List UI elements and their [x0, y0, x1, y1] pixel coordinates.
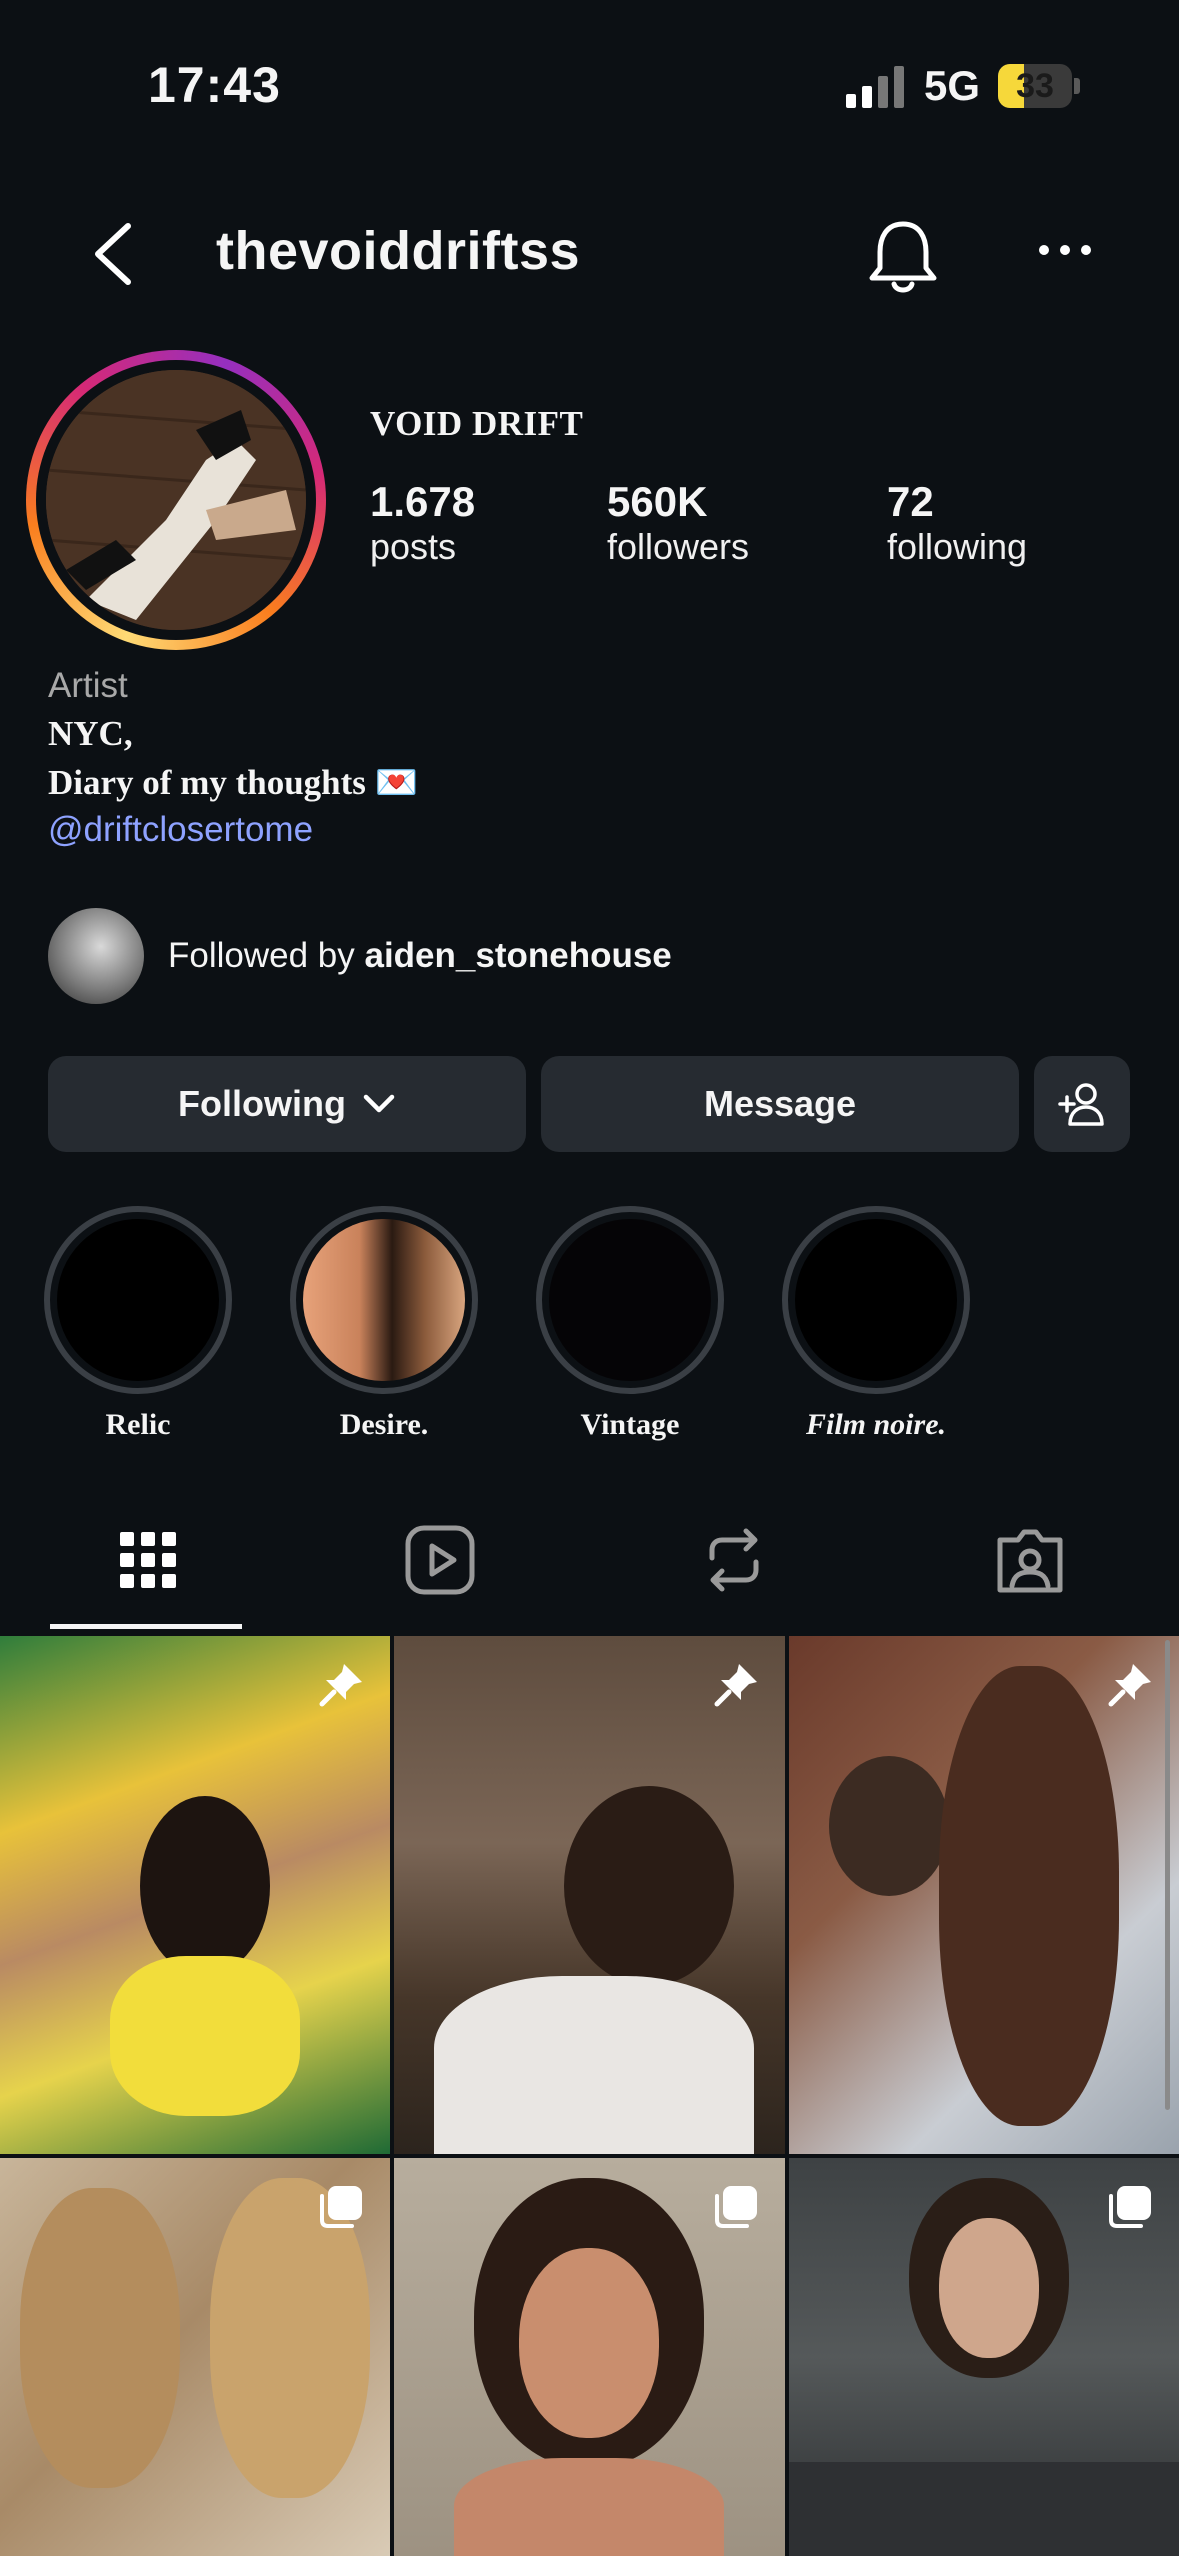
- highlight-label: Vintage: [580, 1408, 680, 1441]
- bio-line: NYC,: [48, 714, 133, 753]
- stat-posts-value: 1.678: [370, 478, 476, 525]
- stat-followers-label: followers: [607, 526, 750, 567]
- post-thumbnail[interactable]: [0, 2158, 390, 2556]
- stat-following-label: following: [887, 526, 1028, 567]
- highlight-item[interactable]: Film noire.: [756, 1206, 996, 1442]
- carousel-icon: [715, 2186, 757, 2228]
- following-button[interactable]: Following: [48, 1056, 526, 1152]
- reels-icon[interactable]: [400, 1520, 480, 1600]
- following-button-label: Following: [178, 1083, 346, 1124]
- followed-by-text[interactable]: Followed by aiden_stonehouse: [168, 936, 672, 976]
- stat-posts[interactable]: 1.678 posts: [370, 478, 475, 568]
- highlight-label: Desire.: [339, 1408, 429, 1441]
- tagged-icon[interactable]: [990, 1520, 1070, 1600]
- highlight-ring: [290, 1206, 478, 1394]
- post-thumbnail[interactable]: [789, 2158, 1179, 2556]
- stat-following[interactable]: 72 following: [887, 478, 1027, 568]
- pinned-icon: [1108, 1664, 1151, 1707]
- stat-posts-label: posts: [370, 526, 457, 567]
- scrollbar[interactable]: [1165, 1640, 1170, 2110]
- battery-icon: 33: [998, 64, 1080, 108]
- pinned-icon: [714, 1664, 757, 1707]
- message-button[interactable]: Message: [541, 1056, 1019, 1152]
- reposts-icon[interactable]: [694, 1520, 774, 1600]
- display-name: VOID DRIFT: [370, 404, 584, 443]
- cellular-signal-icon: [846, 66, 904, 108]
- active-tab-indicator: [50, 1624, 242, 1629]
- highlight-item[interactable]: Desire.: [264, 1206, 504, 1442]
- highlight-ring: [782, 1206, 970, 1394]
- stat-following-value: 72: [887, 478, 934, 525]
- status-time: 17:43: [148, 57, 281, 113]
- back-chevron-icon[interactable]: [88, 220, 136, 288]
- profile-username: thevoiddriftss: [216, 221, 581, 281]
- suggested-users-button[interactable]: [1034, 1056, 1130, 1152]
- chevron-down-icon: [363, 1094, 395, 1113]
- highlight-cover: [549, 1219, 711, 1381]
- bio-line: Diary of my thoughts 💌: [48, 763, 419, 802]
- highlight-label: Relic: [105, 1408, 171, 1441]
- highlight-label: Film noire.: [805, 1408, 947, 1441]
- highlight-ring: [44, 1206, 232, 1394]
- grid-icon[interactable]: [108, 1520, 188, 1600]
- stat-followers[interactable]: 560K followers: [607, 478, 749, 568]
- avatar-photo: [46, 370, 306, 630]
- battery-level: 33: [1016, 67, 1054, 105]
- mutual-follower-avatar[interactable]: [48, 908, 144, 1004]
- post-thumbnail[interactable]: [394, 2158, 785, 2556]
- bio-mention-link[interactable]: @driftclosertome: [48, 810, 313, 850]
- bio-category: Artist: [48, 666, 128, 705]
- notification-bell-icon[interactable]: [866, 218, 940, 296]
- highlight-item[interactable]: Relic: [18, 1206, 258, 1442]
- highlight-cover: [57, 1219, 219, 1381]
- highlight-item[interactable]: Vintage: [510, 1206, 750, 1442]
- network-type: 5G: [924, 62, 981, 109]
- post-thumbnail[interactable]: [0, 1636, 390, 2154]
- post-thumbnail[interactable]: [394, 1636, 785, 2154]
- followed-by-prefix: Followed by: [168, 936, 365, 975]
- highlight-cover: [795, 1219, 957, 1381]
- pinned-icon: [319, 1664, 362, 1707]
- highlight-ring: [536, 1206, 724, 1394]
- mutual-follower-name: aiden_stonehouse: [364, 936, 672, 975]
- profile-avatar[interactable]: [46, 370, 306, 630]
- message-button-label: Message: [703, 1083, 857, 1124]
- more-options-icon[interactable]: [1038, 236, 1092, 264]
- post-thumbnail[interactable]: [789, 1636, 1179, 2154]
- carousel-icon: [1109, 2186, 1151, 2228]
- highlight-cover: [303, 1219, 465, 1381]
- stat-followers-value: 560K: [607, 478, 708, 525]
- add-user-icon: [1058, 1083, 1104, 1126]
- carousel-icon: [320, 2186, 362, 2228]
